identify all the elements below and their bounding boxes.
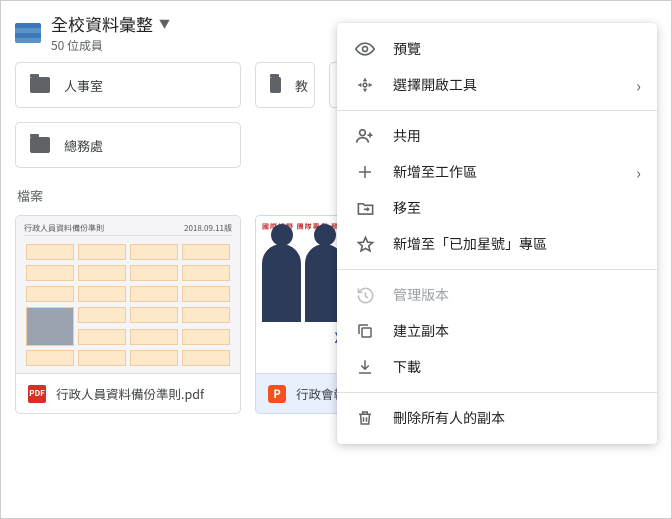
chevron-down-icon: ▼ [159, 16, 170, 32]
file-footer: PDF 行政人員資料備份準則.pdf [16, 374, 240, 413]
folder-label: 總務處 [64, 136, 103, 155]
slides-icon: P [268, 385, 286, 403]
history-icon [355, 285, 375, 305]
folder-icon [270, 77, 281, 93]
menu-label: 移至 [393, 198, 421, 218]
menu-separator [337, 269, 657, 270]
menu-delete[interactable]: 刪除所有人的副本 [337, 400, 657, 436]
menu-versions: 管理版本 [337, 277, 657, 313]
shared-drive-icon [15, 23, 41, 43]
menu-share[interactable]: 共用 [337, 118, 657, 154]
file-card[interactable]: 行政人員資料備份準則 2018.09.11版 PDF 行政人員資料備份準則.pd… [15, 215, 241, 414]
menu-open-with[interactable]: 選擇開啟工具 › [337, 67, 657, 103]
pdf-icon: PDF [28, 385, 46, 403]
menu-star[interactable]: 新增至「已加星號」專區 [337, 226, 657, 262]
chevron-right-icon: › [636, 160, 641, 184]
member-count: 50 位成員 [51, 37, 170, 54]
move-icon [355, 198, 375, 218]
chevron-right-icon: › [636, 73, 641, 97]
folder-icon [30, 137, 50, 153]
person-add-icon [355, 126, 375, 146]
file-thumbnail: 行政人員資料備份準則 2018.09.11版 [16, 216, 240, 374]
drive-title-row[interactable]: 全校資料彙整 ▼ [51, 11, 170, 36]
trash-icon [355, 408, 375, 428]
menu-label: 刪除所有人的副本 [393, 408, 505, 428]
folder-label: 教 [295, 76, 308, 95]
folder-label: 人事室 [64, 76, 103, 95]
menu-copy[interactable]: 建立副本 [337, 313, 657, 349]
download-icon [355, 357, 375, 377]
drive-title: 全校資料彙整 [51, 11, 153, 36]
menu-label: 預覽 [393, 39, 421, 59]
folder-item[interactable]: 人事室 [15, 62, 241, 108]
copy-icon [355, 321, 375, 341]
menu-preview[interactable]: 預覽 [337, 31, 657, 67]
menu-move[interactable]: 移至 [337, 190, 657, 226]
folder-icon [30, 77, 50, 93]
menu-download[interactable]: 下載 [337, 349, 657, 385]
open-with-icon [355, 75, 375, 95]
folder-item[interactable]: 教 [255, 62, 315, 108]
menu-label: 選擇開啟工具 [393, 75, 477, 95]
menu-add-workspace[interactable]: 新增至工作區 › [337, 154, 657, 190]
menu-label: 下載 [393, 357, 421, 377]
star-icon [355, 234, 375, 254]
menu-label: 建立副本 [393, 321, 449, 341]
menu-label: 新增至「已加星號」專區 [393, 234, 547, 254]
folder-item[interactable]: 總務處 [15, 122, 241, 168]
menu-separator [337, 110, 657, 111]
eye-icon [355, 39, 375, 59]
file-name: 行政人員資料備份準則.pdf [56, 384, 204, 403]
menu-label: 管理版本 [393, 285, 449, 305]
menu-label: 共用 [393, 126, 421, 146]
menu-separator [337, 392, 657, 393]
menu-label: 新增至工作區 [393, 162, 477, 182]
context-menu: 預覽 選擇開啟工具 › 共用 新增至工作區 › 移至 新增至「已加星號」專區 [337, 23, 657, 444]
plus-icon [355, 162, 375, 182]
